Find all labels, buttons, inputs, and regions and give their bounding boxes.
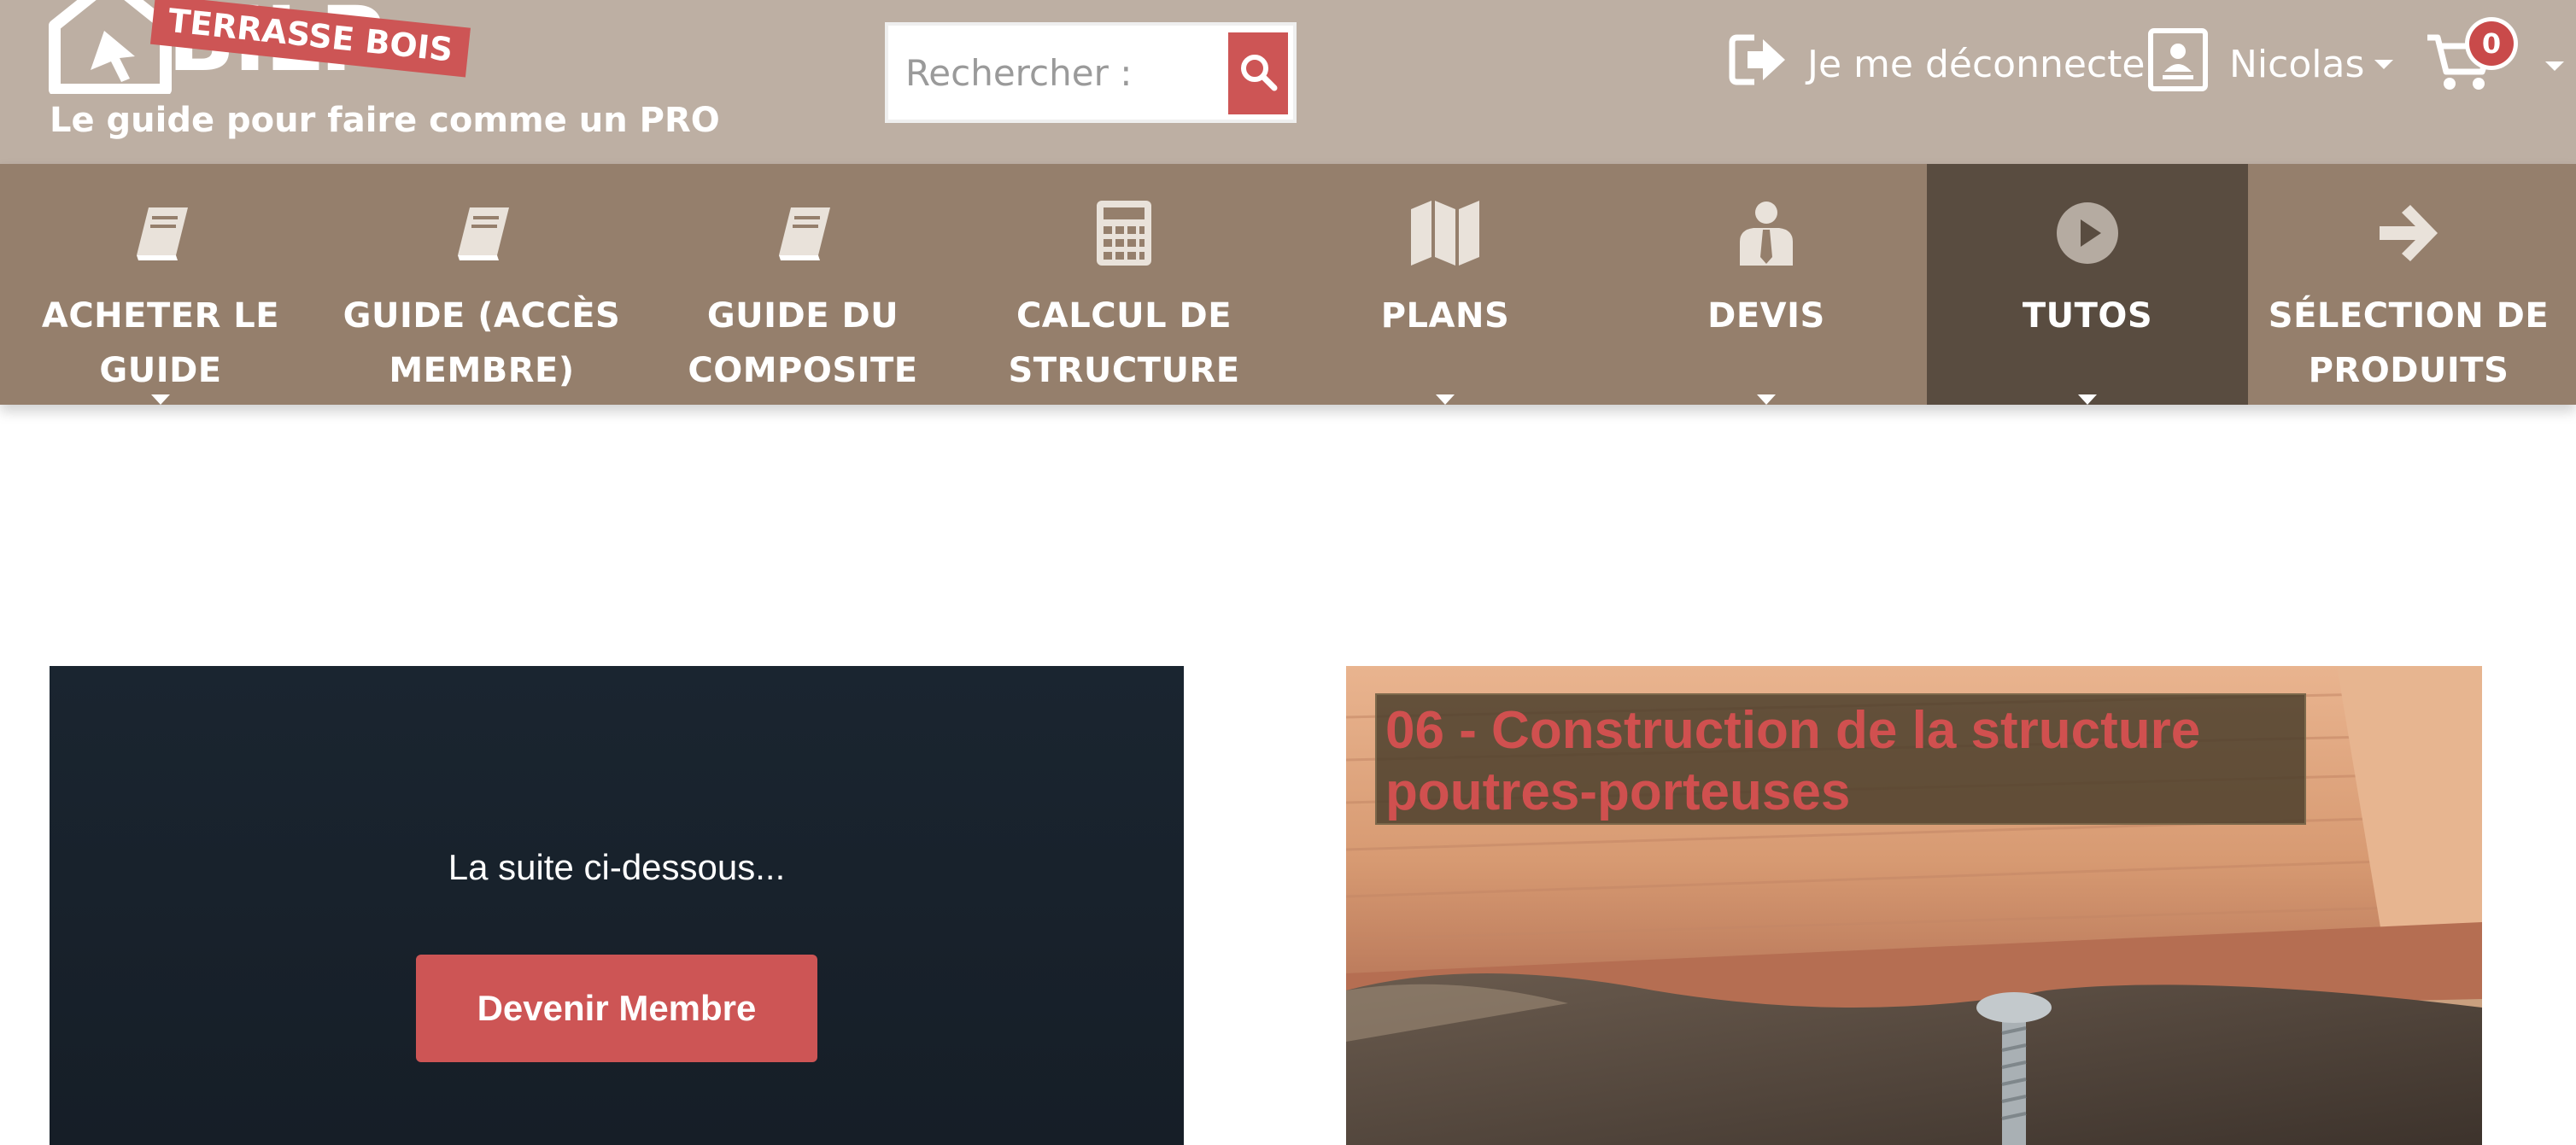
promo-text: La suite ci-dessous... — [448, 847, 786, 887]
book-icon — [642, 198, 963, 268]
become-member-button[interactable]: Devenir Membre — [416, 955, 817, 1062]
play-circle-icon — [1927, 198, 2248, 268]
nav-item-guide-du-composite[interactable]: GUIDE DU COMPOSITE — [642, 164, 963, 405]
video-thumbnail[interactable]: 06 - Construction de la structure poutres… — [1346, 666, 2482, 1145]
book-icon — [0, 198, 321, 268]
tagline: Le guide pour faire comme un PRO — [50, 101, 720, 140]
arrow-right-icon — [2248, 198, 2569, 268]
user-tie-icon — [1606, 198, 1927, 268]
video-title: 06 - Construction de la structure poutres… — [1375, 693, 2306, 825]
nav-label: CALCUL DE STRUCTURE — [1008, 296, 1240, 390]
logout-link[interactable]: Je me déconnecte — [1729, 0, 2145, 128]
member-promo-panel: La suite ci-dessous... Devenir Membre — [50, 666, 1184, 1145]
nav-label: SÉLECTION DE PRODUITS — [2268, 296, 2550, 390]
chevron-down-icon — [2374, 59, 2394, 69]
nav-label: TUTOS — [2022, 296, 2153, 336]
nav-item-tutos[interactable]: TUTOS — [1927, 164, 2248, 405]
nav-item-calcul-de-structure[interactable]: CALCUL DE STRUCTURE — [963, 164, 1285, 405]
search-input[interactable] — [905, 39, 1247, 106]
search-icon — [1237, 50, 1279, 96]
nav-label: ACHETER LE GUIDE — [41, 296, 280, 390]
cart-count: 0 — [2469, 21, 2514, 66]
submenu-caret-icon — [1757, 394, 1776, 405]
search-button[interactable] — [1228, 32, 1288, 114]
nav-item-guide-acces-membre[interactable]: GUIDE (ACCÈS MEMBRE) — [321, 164, 642, 405]
cart-count-badge: 0 — [2465, 17, 2518, 70]
sign-out-icon — [1729, 32, 1789, 96]
nav-item-plans[interactable]: PLANS — [1285, 164, 1606, 405]
search-box — [885, 22, 1297, 123]
nav-item-devis[interactable]: DEVIS — [1606, 164, 1927, 405]
main-nav: ACHETER LE GUIDE GUIDE (ACCÈS MEMBRE) GUID… — [0, 164, 2576, 405]
book-icon — [321, 198, 642, 268]
site-header: BILP TERRASSE BOIS Le guide pour faire c… — [0, 0, 2576, 164]
nav-item-acheter-le-guide[interactable]: ACHETER LE GUIDE — [0, 164, 321, 405]
nav-item-selection-de-produits[interactable]: SÉLECTION DE PRODUITS — [2248, 164, 2569, 405]
user-card-icon — [2147, 27, 2209, 102]
nav-label: GUIDE (ACCÈS MEMBRE) — [342, 296, 621, 390]
nav-label: PLANS — [1380, 296, 1510, 336]
nav-label: DEVIS — [1707, 296, 1825, 336]
logout-label: Je me déconnecte — [1807, 42, 2146, 86]
cart-button[interactable]: 0 — [2426, 17, 2564, 111]
calculator-icon — [963, 198, 1285, 268]
user-menu[interactable]: Nicolas — [2147, 0, 2394, 128]
submenu-caret-icon — [151, 394, 170, 405]
nav-label: GUIDE DU COMPOSITE — [688, 296, 918, 390]
chevron-down-icon — [2545, 61, 2564, 71]
submenu-caret-icon — [1436, 394, 1455, 405]
map-icon — [1285, 198, 1606, 268]
user-name: Nicolas — [2229, 42, 2365, 86]
submenu-caret-icon — [2078, 394, 2097, 405]
